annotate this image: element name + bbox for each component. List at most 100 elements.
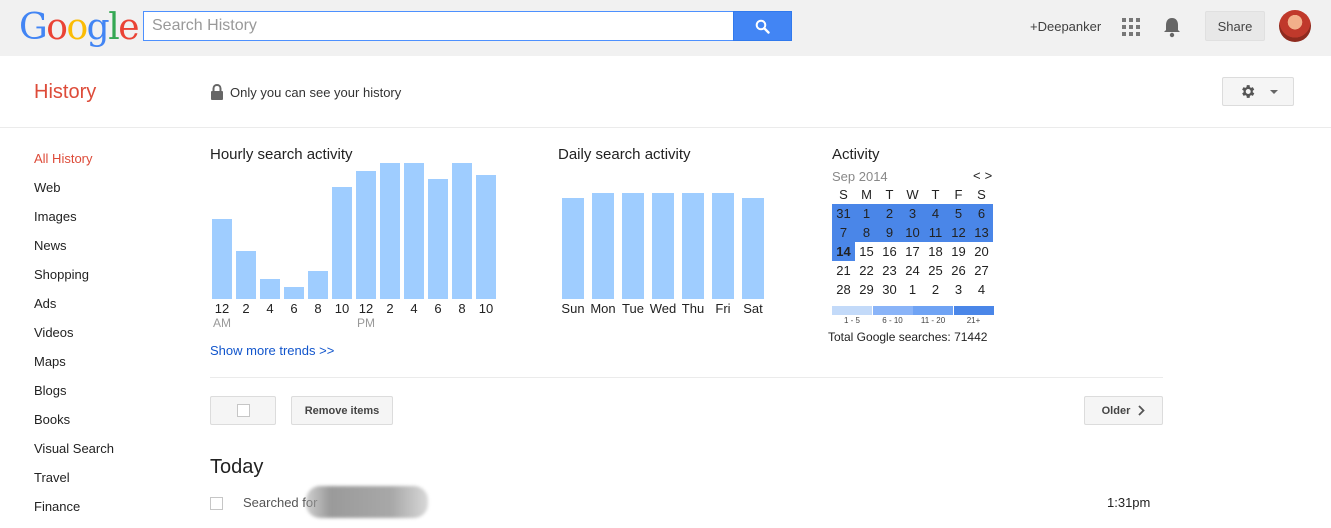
chart-bar [712, 193, 734, 299]
entry-time: 1:31pm [1107, 495, 1151, 510]
calendar-day[interactable]: 23 [878, 261, 901, 280]
calendar-day[interactable]: 2 [924, 280, 947, 299]
daily-chart-title: Daily search activity [558, 146, 691, 163]
chart-bar [236, 251, 256, 299]
calendar-day[interactable]: 22 [855, 261, 878, 280]
legend-swatch [872, 306, 913, 315]
chart-bar [356, 171, 376, 299]
activity-title: Activity [832, 146, 880, 163]
sidebar-item-maps[interactable]: Maps [34, 353, 114, 382]
x-tick-label: 10 [478, 301, 494, 316]
weekday-header: S [977, 187, 986, 202]
share-button[interactable]: Share [1205, 11, 1265, 41]
checkbox[interactable] [236, 404, 250, 417]
calendar-day[interactable]: 5 [947, 204, 970, 223]
calendar-day[interactable]: 15 [855, 242, 878, 261]
chart-bar [212, 219, 232, 299]
calendar-day[interactable]: 3 [947, 280, 970, 299]
weekday-header: W [906, 187, 919, 202]
calendar-day[interactable]: 19 [947, 242, 970, 261]
calendar-day[interactable]: 20 [970, 242, 993, 261]
prev-month-button[interactable]: < [973, 168, 981, 183]
calendar-day[interactable]: 4 [970, 280, 993, 299]
select-all-checkbox-button[interactable] [210, 396, 276, 425]
calendar-day[interactable]: 1 [855, 204, 878, 223]
calendar-nav: < > [973, 168, 996, 183]
calendar-day[interactable]: 13 [970, 223, 993, 242]
sidebar-item-blogs[interactable]: Blogs [34, 382, 114, 411]
chart-bar [308, 271, 328, 299]
sidebar-item-news[interactable]: News [34, 237, 114, 266]
apps-grid-icon[interactable] [1122, 18, 1140, 36]
chart-bar [652, 193, 674, 299]
search-button[interactable] [733, 11, 792, 41]
calendar-day[interactable]: 24 [901, 261, 924, 280]
calendar-day[interactable]: 8 [855, 223, 878, 242]
calendar-day[interactable]: 21 [832, 261, 855, 280]
sidebar-item-all-history[interactable]: All History [34, 150, 114, 179]
sidebar-item-shopping[interactable]: Shopping [34, 266, 114, 295]
entry-checkbox[interactable] [210, 497, 223, 510]
legend-swatch [953, 306, 994, 315]
calendar-day[interactable]: 4 [924, 204, 947, 223]
chart-bar [428, 179, 448, 299]
sidebar-item-ads[interactable]: Ads [34, 295, 114, 324]
sidebar-item-books[interactable]: Books [34, 411, 114, 440]
user-profile-link[interactable]: +Deepanker [1030, 19, 1101, 34]
sidebar-item-finance[interactable]: Finance [34, 498, 114, 527]
calendar-day[interactable]: 28 [832, 280, 855, 299]
content-divider [210, 377, 1163, 378]
next-month-button[interactable]: > [985, 168, 993, 183]
calendar-day[interactable]: 17 [901, 242, 924, 261]
google-logo[interactable]: Google [19, 8, 140, 48]
calendar-day[interactable]: 31 [832, 204, 855, 223]
calendar-day[interactable]: 29 [855, 280, 878, 299]
calendar-day[interactable]: 16 [878, 242, 901, 261]
avatar[interactable] [1279, 10, 1311, 42]
legend-label: 21+ [966, 316, 981, 325]
search-input[interactable] [143, 11, 733, 41]
chart-bar [682, 193, 704, 299]
remove-items-button[interactable]: Remove items [291, 396, 393, 425]
gear-icon [1241, 85, 1254, 98]
calendar-day[interactable]: 3 [901, 204, 924, 223]
calendar-day[interactable]: 6 [970, 204, 993, 223]
chart-bar [404, 163, 424, 299]
search-icon [755, 19, 770, 34]
calendar-day[interactable]: 7 [832, 223, 855, 242]
chart-bar [332, 187, 352, 299]
chart-bar [622, 193, 644, 299]
sidebar-item-videos[interactable]: Videos [34, 324, 114, 353]
calendar-day[interactable]: 1 [901, 280, 924, 299]
older-button[interactable]: Older [1084, 396, 1163, 425]
chart-bar [562, 198, 584, 299]
page-title: History [34, 81, 97, 103]
sidebar-item-visual-search[interactable]: Visual Search [34, 440, 114, 469]
x-tick-label: Wed [649, 301, 677, 316]
sidebar-item-travel[interactable]: Travel [34, 469, 114, 498]
header-divider [0, 127, 1331, 128]
calendar-day[interactable]: 10 [901, 223, 924, 242]
calendar-day[interactable]: 12 [947, 223, 970, 242]
calendar-day[interactable]: 30 [878, 280, 901, 299]
redacted-query [306, 486, 428, 518]
legend-label: 11 - 20 [920, 316, 946, 325]
legend-swatch [832, 306, 872, 315]
settings-button[interactable] [1222, 77, 1294, 106]
sidebar-item-images[interactable]: Images [34, 208, 114, 237]
x-tick-label: Fri [715, 301, 731, 316]
weekday-header: T [931, 187, 940, 202]
calendar-day[interactable]: 25 [924, 261, 947, 280]
calendar-day[interactable]: 26 [947, 261, 970, 280]
sidebar-item-web[interactable]: Web [34, 179, 114, 208]
calendar-day[interactable]: 27 [970, 261, 993, 280]
notifications-bell-icon[interactable] [1162, 16, 1182, 38]
show-more-trends-link[interactable]: Show more trends >> [210, 343, 334, 358]
calendar-day[interactable]: 2 [878, 204, 901, 223]
calendar-day[interactable]: 9 [878, 223, 901, 242]
chart-bar [260, 279, 280, 299]
calendar-day[interactable]: 18 [924, 242, 947, 261]
calendar-day[interactable]: 11 [924, 223, 947, 242]
calendar-day[interactable]: 14 [832, 242, 855, 261]
weekday-header: S [839, 187, 848, 202]
